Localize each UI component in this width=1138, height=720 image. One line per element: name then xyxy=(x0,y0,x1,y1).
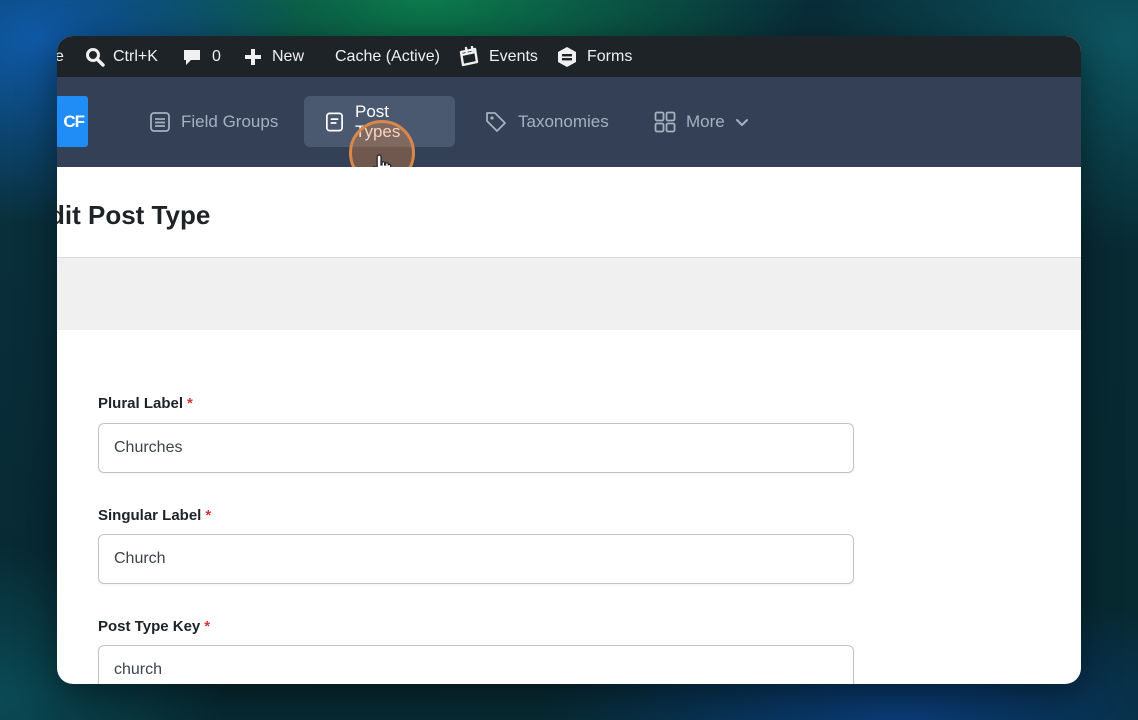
admin-bar-new[interactable]: New xyxy=(244,36,304,77)
events-label: Events xyxy=(489,47,538,65)
search-shortcut-label: Ctrl+K xyxy=(113,47,158,65)
plural-label-text: Plural Label xyxy=(98,395,184,412)
browser-window: e Ctrl+K 0 New Cache (Active) Events For… xyxy=(57,36,1081,684)
tab-taxonomies[interactable]: Taxonomies xyxy=(464,96,629,147)
admin-bar-cut-item[interactable]: e xyxy=(57,36,64,77)
tab-field-groups-label: Field Groups xyxy=(181,111,279,131)
tab-more[interactable]: More xyxy=(634,96,769,147)
page-title: dit Post Type xyxy=(57,200,211,230)
cache-label: Cache (Active) xyxy=(335,47,440,65)
grid-icon xyxy=(654,111,676,132)
page-header: dit Post Type xyxy=(57,167,1081,258)
admin-bar-cache[interactable]: Cache (Active) xyxy=(335,36,440,77)
comments-count: 0 xyxy=(212,47,221,65)
chevron-down-icon xyxy=(735,118,748,126)
post-type-key-heading: Post Type Key * xyxy=(98,618,210,635)
tab-more-label: More xyxy=(686,111,725,131)
required-marker: * xyxy=(205,507,212,524)
toolbar-band xyxy=(57,258,1081,330)
post-types-icon xyxy=(326,112,343,131)
required-marker: * xyxy=(204,618,211,635)
singular-label-input[interactable] xyxy=(98,534,854,584)
plural-label-heading: Plural Label * xyxy=(98,395,193,412)
acf-logo-text: CF xyxy=(63,111,85,131)
field-groups-icon xyxy=(150,111,170,132)
singular-label-heading: Singular Label * xyxy=(98,507,211,524)
search-icon xyxy=(86,47,105,67)
acf-navigation: CF Field Groups Post Types Taxonomies Mo… xyxy=(57,77,1081,186)
admin-bar-events[interactable]: Events xyxy=(458,36,538,77)
post-type-key-text: Post Type Key xyxy=(98,618,201,635)
new-label: New xyxy=(272,47,305,65)
plural-label-input[interactable] xyxy=(98,423,854,473)
post-type-key-input[interactable] xyxy=(98,645,854,684)
tab-taxonomies-label: Taxonomies xyxy=(518,111,609,131)
admin-bar-comments[interactable]: 0 xyxy=(182,36,221,77)
admin-bar: e Ctrl+K 0 New Cache (Active) Events For… xyxy=(57,36,1081,77)
acf-logo[interactable]: CF xyxy=(57,96,88,147)
plus-icon xyxy=(245,48,261,65)
tab-field-groups[interactable]: Field Groups xyxy=(129,96,298,147)
tag-icon xyxy=(486,111,506,132)
comment-icon xyxy=(184,49,200,65)
required-marker: * xyxy=(187,395,193,412)
forms-label: Forms xyxy=(587,47,633,65)
forms-icon xyxy=(558,46,576,67)
calendar-icon xyxy=(459,45,479,66)
admin-bar-forms[interactable]: Forms xyxy=(556,36,632,77)
singular-label-text: Singular Label xyxy=(98,507,202,524)
admin-bar-search[interactable]: Ctrl+K xyxy=(85,36,158,77)
